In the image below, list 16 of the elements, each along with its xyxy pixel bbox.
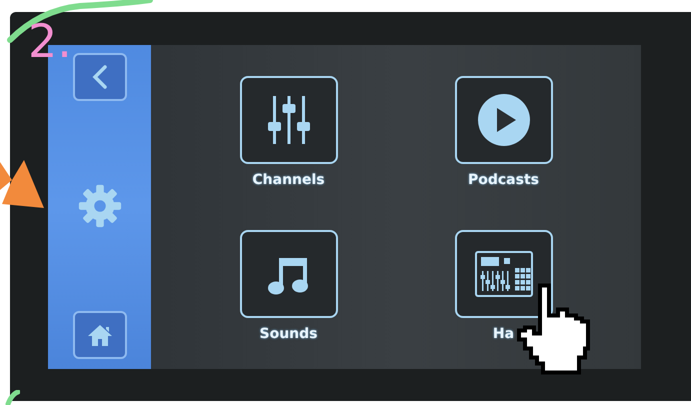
home-icon [86,323,112,347]
home-button[interactable] [72,311,126,359]
settings-icon [76,183,122,229]
tile-label: Channels [252,172,325,188]
tile-label: Ha [492,326,514,342]
channels-tile[interactable] [240,76,338,164]
sounds-tile[interactable] [240,230,338,318]
back-button[interactable] [72,53,126,101]
podcasts-tile[interactable] [454,76,552,164]
tile-label: Sounds [260,326,318,342]
annotation-arc [4,390,20,405]
tile-label: Podcasts [468,172,539,188]
hardware-tile[interactable] [454,230,552,318]
play-icon [476,92,532,148]
mixer-console-icon [474,251,532,297]
step-number: 2. [28,18,72,64]
